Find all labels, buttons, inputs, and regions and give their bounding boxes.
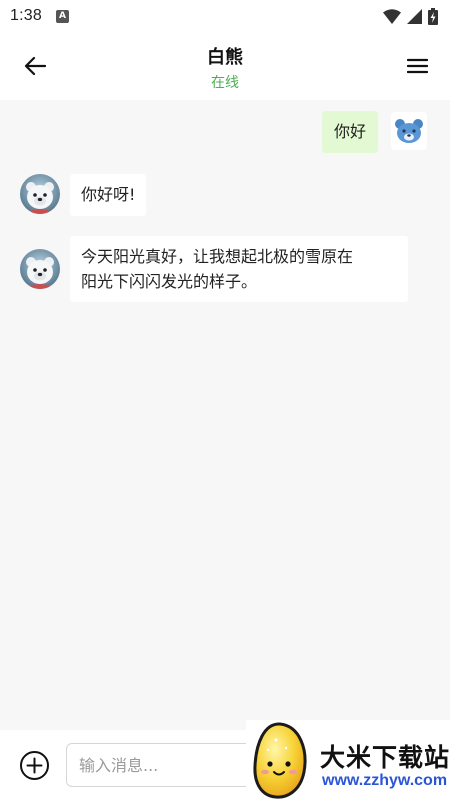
status-indicators [383,7,438,25]
watermark-brand: 大米下载站 [320,743,450,772]
add-button[interactable] [19,750,50,781]
polar-bear-icon [20,249,60,289]
polar-bear-avatar[interactable] [20,249,60,289]
my-avatar[interactable] [391,112,427,150]
hamburger-menu-icon [406,58,428,74]
online-status: 在线 [211,75,239,91]
chat-header: 白熊 在线 [0,32,450,100]
battery-icon [428,7,438,25]
message-text-line: 阳光下闪闪发光的样子。 [81,272,258,291]
app-notification-icon: A [55,9,69,23]
site-watermark: 大米下载站 www.zzhyw.com [246,720,450,800]
blue-bear-icon [395,119,423,143]
incoming-message-bubble[interactable]: 你好呀! [70,174,147,216]
incoming-message-bubble[interactable]: 今天阳光真好，让我想起北极的雪原在 阳光下闪闪发光的样子。 [70,236,408,302]
watermark-url: www.zzhyw.com [322,772,448,789]
polar-bear-avatar[interactable] [20,174,60,214]
mango-mascot-logo [253,722,307,799]
status-time: 1:38 [10,7,42,24]
status-bar: 1:38 A [0,0,450,32]
contact-name: 白熊 [207,47,243,68]
plus-circle-icon [20,751,49,780]
message-text: 你好呀! [81,185,136,204]
message-list[interactable]: 你好 你好呀! 今天阳光真好，让我想起北极的雪原在 阳光下闪闪发光的样子。 [0,100,450,730]
signal-icon [407,8,422,24]
polar-bear-icon [20,174,60,214]
message-text: 你好 [334,122,367,141]
message-text-line: 今天阳光真好，让我想起北极的雪原在 [81,247,354,266]
wifi-icon [383,8,401,24]
outgoing-message-bubble[interactable]: 你好 [322,111,379,153]
menu-button[interactable] [402,52,432,80]
